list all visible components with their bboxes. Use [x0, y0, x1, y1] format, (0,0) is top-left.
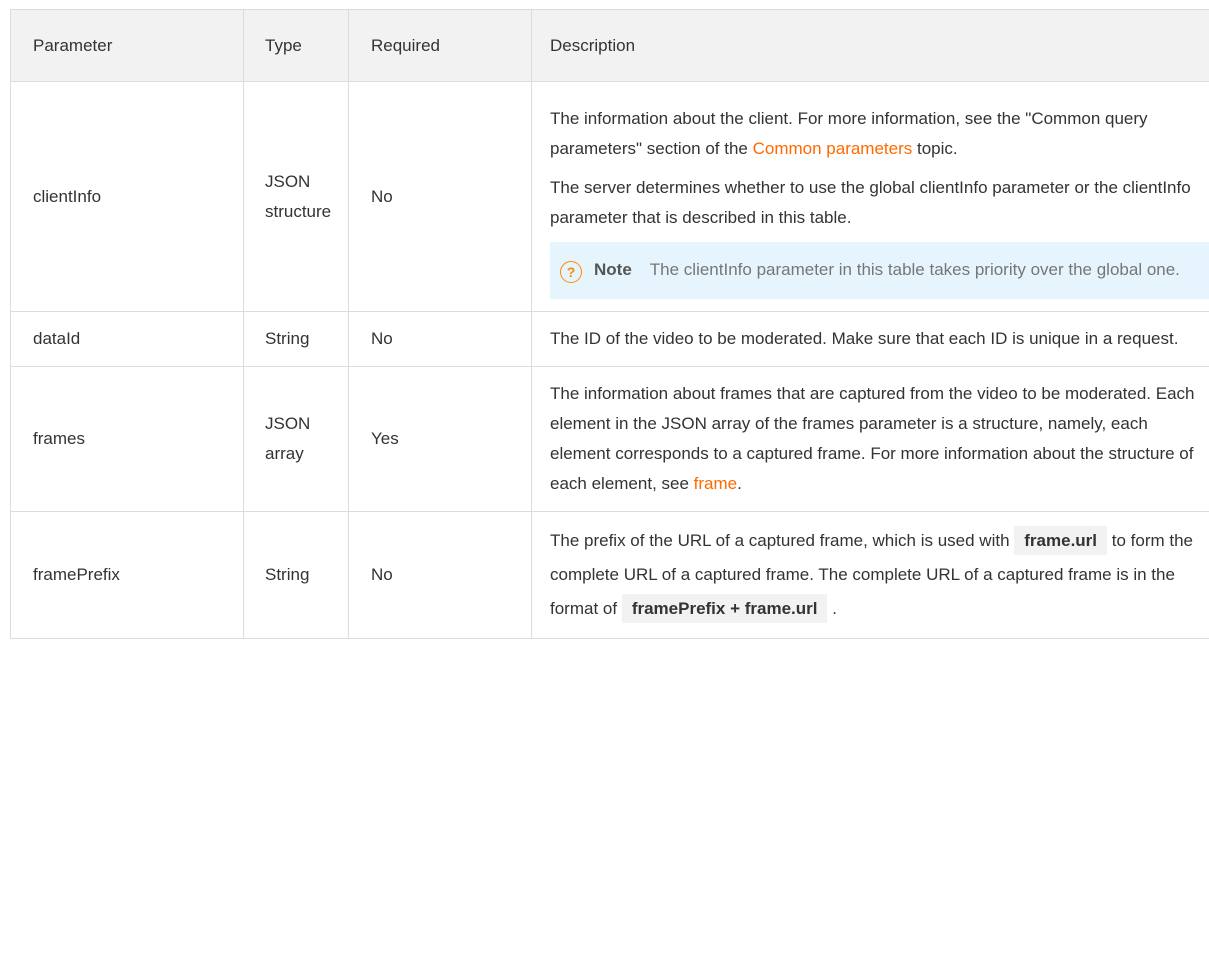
description-paragraph: The ID of the video to be moderated. Mak… [550, 329, 1179, 348]
param-required: No [349, 82, 532, 311]
header-type: Type [244, 10, 349, 81]
common-parameters-link[interactable]: Common parameters [753, 139, 913, 158]
param-description: The prefix of the URL of a captured fram… [532, 512, 1209, 638]
note-label: Note [594, 260, 632, 279]
frame-link[interactable]: frame [694, 474, 737, 493]
table-row: framePrefix String No The prefix of the … [11, 512, 1209, 639]
help-circle-icon: ? [560, 261, 582, 283]
param-type: String [244, 512, 349, 638]
note-box: ? Note The clientInfo parameter in this ta… [550, 242, 1209, 299]
param-name: dataId [11, 312, 244, 366]
table-row: clientInfo JSON structure No The informa… [11, 82, 1209, 312]
param-required: Yes [349, 367, 532, 511]
param-name: framePrefix [11, 512, 244, 638]
parameter-table: Parameter Type Required Description clie… [10, 9, 1209, 639]
param-name: clientInfo [11, 82, 244, 311]
header-required: Required [349, 10, 532, 81]
param-required: No [349, 512, 532, 638]
code-frame-url: frame.url [1014, 526, 1108, 555]
param-type: String [244, 312, 349, 366]
param-type: JSON array [244, 367, 349, 511]
param-description: The information about the client. For mo… [532, 82, 1209, 311]
param-description: The information about frames that are ca… [532, 367, 1209, 511]
param-required: No [349, 312, 532, 366]
note-text: The clientInfo parameter in this table t… [649, 260, 1180, 279]
table-header-row: Parameter Type Required Description [11, 10, 1209, 82]
description-paragraph: The information about frames that are ca… [550, 384, 1195, 493]
description-paragraph: The prefix of the URL of a captured fram… [550, 524, 1209, 626]
header-parameter: Parameter [11, 10, 244, 81]
param-type: JSON structure [244, 82, 349, 311]
description-paragraph: The information about the client. For mo… [550, 109, 1148, 158]
table-row: dataId String No The ID of the video to … [11, 312, 1209, 367]
param-description: The ID of the video to be moderated. Mak… [532, 312, 1209, 366]
header-description: Description [550, 35, 636, 55]
description-paragraph: The server determines whether to use the… [550, 178, 1191, 227]
param-name: frames [11, 367, 244, 511]
table-row: frames JSON array Yes The information ab… [11, 367, 1209, 512]
code-frameprefix-frame-url: framePrefix + frame.url [621, 594, 828, 623]
